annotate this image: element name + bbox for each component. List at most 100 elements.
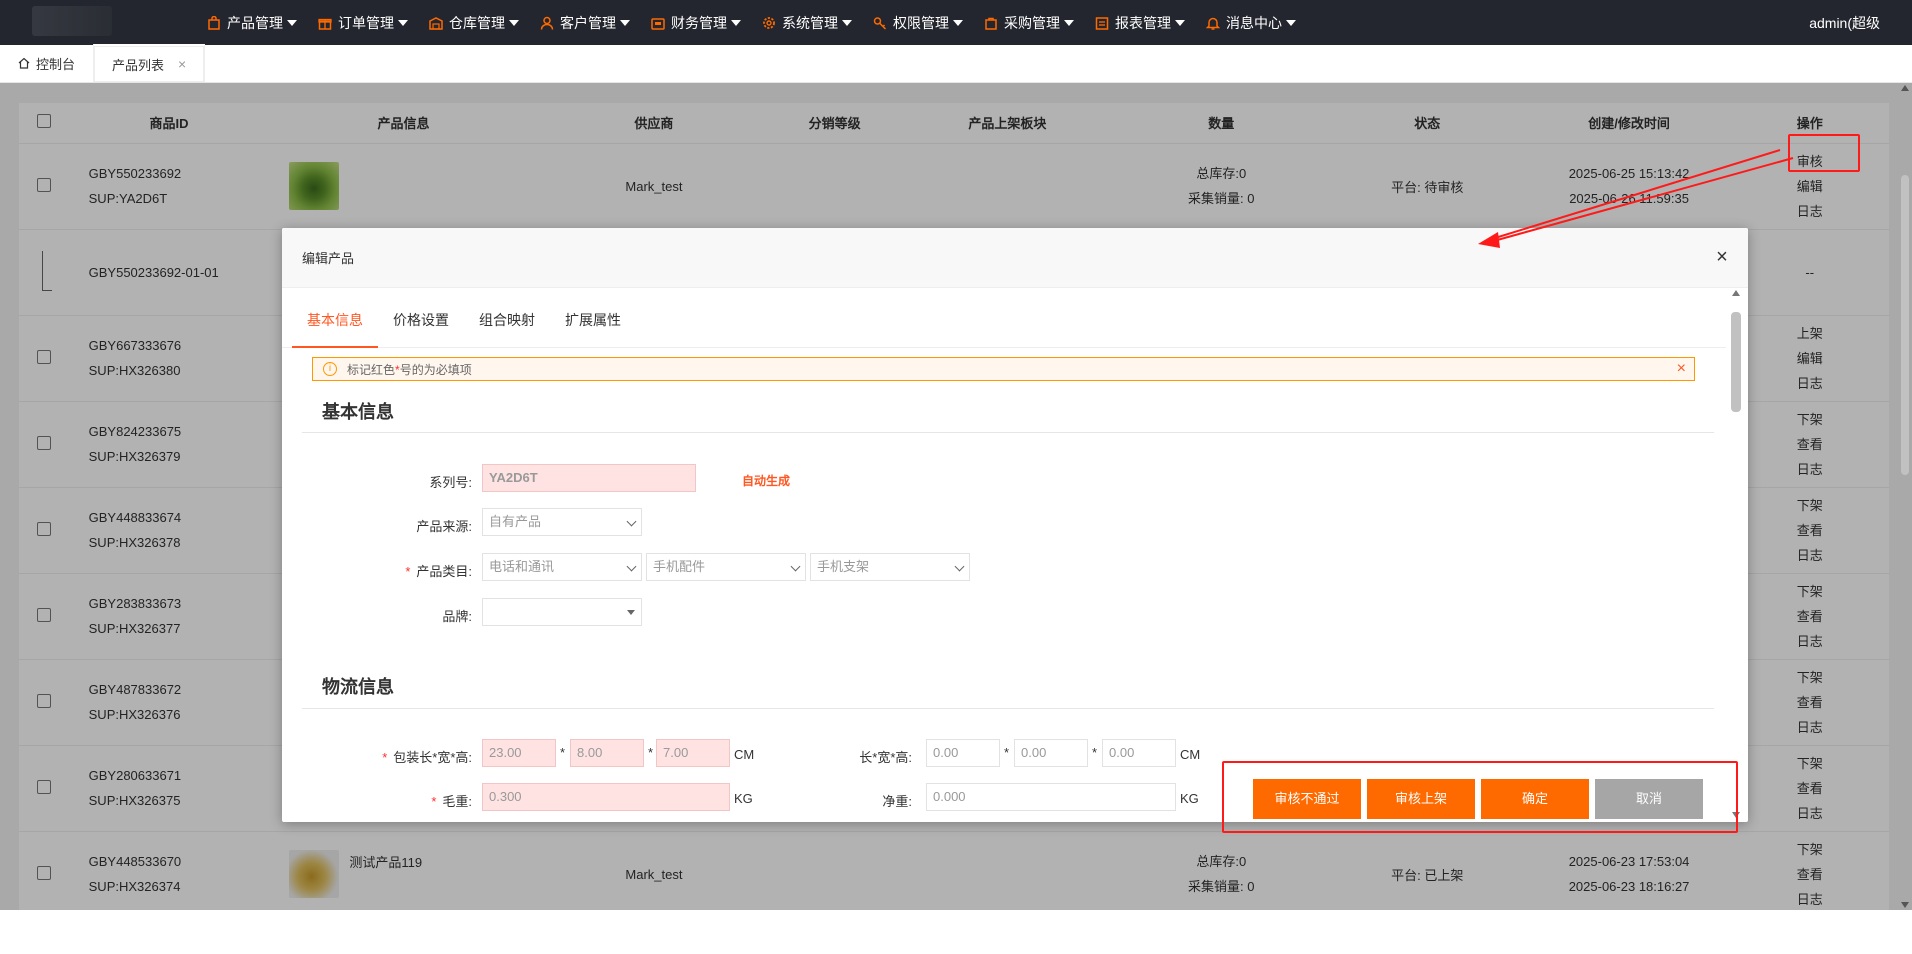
menu-label: 采购管理 [1004, 14, 1060, 31]
length-field[interactable]: 0.00 [926, 739, 1000, 767]
notice-text: 标记红色*号的为必填项 [347, 362, 472, 377]
scroll-down-icon[interactable] [1901, 902, 1909, 908]
menu-finance[interactable]: 财务管理 [644, 0, 747, 45]
menu-label: 仓库管理 [449, 14, 505, 31]
dim-separator: * [560, 745, 566, 760]
highlight-buttons-box [1222, 761, 1738, 833]
menu-label: 产品管理 [227, 14, 283, 31]
menu-product[interactable]: 产品管理 [200, 0, 303, 45]
chevron-down-icon [287, 19, 297, 26]
menu-label: 系统管理 [782, 14, 838, 31]
warehouse-icon [428, 15, 444, 31]
dialog-title: 编辑产品 [302, 251, 355, 266]
chevron-down-icon [1286, 19, 1296, 26]
chevron-down-icon [790, 561, 801, 572]
chevron-down-icon [626, 516, 637, 527]
package-length-field[interactable]: 23.00 [482, 739, 556, 767]
shopping-bag-icon [206, 15, 222, 31]
gear-icon [761, 15, 777, 31]
tab-combo-mapping[interactable]: 组合映射 [464, 300, 550, 348]
divider [302, 708, 1714, 709]
menu-warehouse[interactable]: 仓库管理 [422, 0, 525, 45]
category-level2-select[interactable]: 手机配件 [646, 553, 806, 581]
section-title-basic: 基本信息 [322, 402, 394, 422]
gross-weight-field[interactable]: 0.300 [482, 783, 730, 811]
auto-generate-link[interactable]: 自动生成 [742, 472, 790, 489]
package-width-field[interactable]: 8.00 [570, 739, 644, 767]
category-level1-select[interactable]: 电话和通讯 [482, 553, 642, 581]
menu-system[interactable]: 系统管理 [755, 0, 858, 45]
serial-field[interactable]: YA2D6T [482, 464, 696, 492]
scroll-up-icon[interactable] [1732, 290, 1740, 296]
menu-label: 消息中心 [1226, 14, 1282, 31]
caret-down-icon [627, 610, 635, 615]
menu-report[interactable]: 报表管理 [1088, 0, 1191, 45]
required-fields-notice: i 标记红色*号的为必填项 × [312, 357, 1695, 381]
width-field[interactable]: 0.00 [1014, 739, 1088, 767]
menu-customer[interactable]: 客户管理 [533, 0, 636, 45]
serial-label: 系列号: [429, 475, 472, 490]
gift-icon [317, 15, 333, 31]
close-icon[interactable]: × [1712, 247, 1732, 267]
close-icon[interactable]: × [1677, 360, 1686, 378]
bell-icon [1205, 15, 1221, 31]
highlight-review-box [1788, 134, 1860, 172]
key-icon [872, 15, 888, 31]
main-menu: 产品管理 订单管理 仓库管理 客户管理 财务管理 系统管理 权限管理 采购管理 [200, 0, 1310, 45]
dim-separator: * [1092, 745, 1098, 760]
select-value: 电话和通讯 [489, 559, 555, 574]
package-dims-label: * 包装长*宽*高: [382, 750, 472, 765]
dialog-tabs: 基本信息 价格设置 组合映射 扩展属性 [282, 300, 1726, 348]
logo[interactable] [32, 6, 112, 36]
dialog-scrollbar[interactable] [1726, 288, 1748, 822]
menu-label: 财务管理 [671, 14, 727, 31]
package-height-field[interactable]: 7.00 [656, 739, 730, 767]
scrollbar-thumb[interactable] [1901, 175, 1909, 475]
menu-label: 订单管理 [338, 14, 394, 31]
source-select[interactable]: 自有产品 [482, 508, 642, 536]
menu-purchase[interactable]: 采购管理 [977, 0, 1080, 45]
menu-order[interactable]: 订单管理 [311, 0, 414, 45]
close-icon[interactable]: × [178, 56, 186, 72]
page-scrollbar[interactable] [1900, 83, 1910, 910]
scroll-up-icon[interactable] [1901, 85, 1909, 91]
brand-select[interactable] [482, 598, 642, 626]
user-menu[interactable]: admin(超级 [1809, 0, 1880, 45]
dim-separator: * [648, 745, 654, 760]
tab-basic-info[interactable]: 基本信息 [292, 300, 378, 348]
brand-label: 品牌: [442, 609, 472, 624]
report-icon [1094, 15, 1110, 31]
info-icon: i [323, 362, 337, 376]
select-value: 自有产品 [489, 514, 542, 529]
chevron-down-icon [509, 19, 519, 26]
gross-weight-label: * 毛重: [431, 794, 472, 809]
unit-kg: KG [734, 791, 753, 806]
scrollbar-thumb[interactable] [1731, 312, 1741, 412]
tab-product-list[interactable]: 产品列表 × [94, 44, 206, 82]
net-weight-label: 净重: [882, 794, 912, 809]
tab-extended-attributes[interactable]: 扩展属性 [550, 300, 636, 348]
cart-icon [983, 15, 999, 31]
section-title-logistics: 物流信息 [322, 677, 394, 697]
dim-separator: * [1004, 745, 1010, 760]
menu-label: 权限管理 [893, 14, 949, 31]
height-field[interactable]: 0.00 [1102, 739, 1176, 767]
menu-message[interactable]: 消息中心 [1199, 0, 1302, 45]
chevron-down-icon [1175, 19, 1185, 26]
menu-permission[interactable]: 权限管理 [866, 0, 969, 45]
net-weight-field[interactable]: 0.000 [926, 783, 1176, 811]
tab-price-settings[interactable]: 价格设置 [378, 300, 464, 348]
chevron-down-icon [953, 19, 963, 26]
chevron-down-icon [626, 561, 637, 572]
tab-home[interactable]: 控制台 [0, 44, 95, 82]
home-icon [18, 57, 30, 69]
category-label: * 产品类目: [405, 564, 472, 579]
chevron-down-icon [1064, 19, 1074, 26]
chevron-down-icon [398, 19, 408, 26]
page-tab-bar: 控制台 产品列表 × [0, 44, 1912, 83]
category-level3-select[interactable]: 手机支架 [810, 553, 970, 581]
tab-label: 产品列表 [112, 57, 165, 73]
select-value: 手机支架 [817, 559, 870, 574]
select-value: 手机配件 [653, 559, 706, 574]
source-label: 产品来源: [416, 519, 472, 534]
